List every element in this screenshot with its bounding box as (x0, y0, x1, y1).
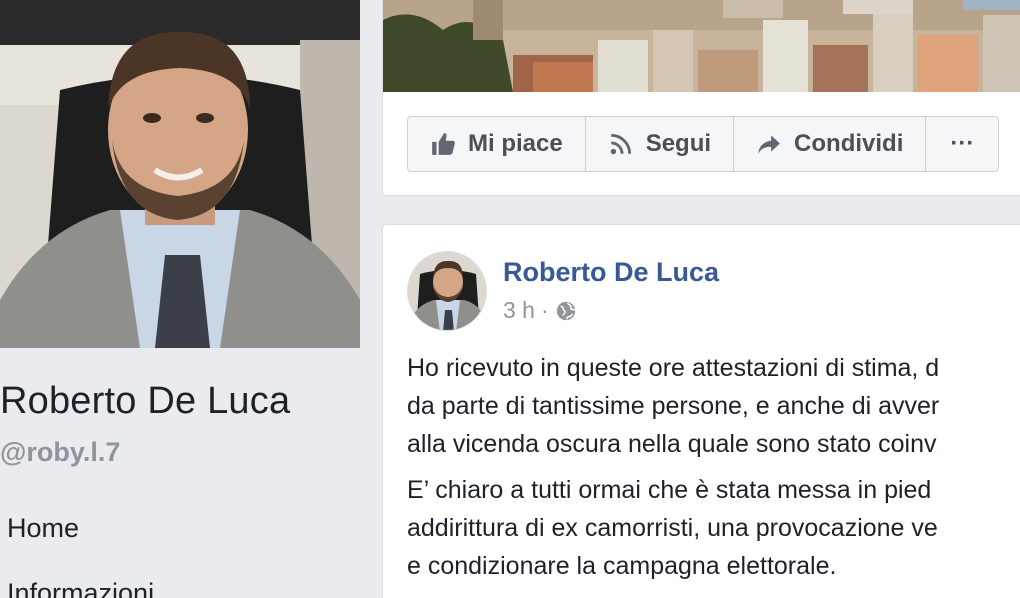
post-paragraph-2-line-3: e condizionare la campagna elettorale. (407, 552, 837, 580)
cover-photo[interactable] (383, 0, 1020, 92)
rss-icon (610, 133, 631, 155)
post-meta: 3 h · (503, 297, 577, 324)
page-action-bar: Mi piace Segui Condividi ··· (407, 116, 1000, 172)
post-paragraph-1-line-2: da parte di tantissime persone, e anche … (407, 392, 940, 420)
profile-photo[interactable] (0, 0, 360, 348)
follow-label: Segui (645, 130, 712, 157)
nav-item-informazioni[interactable]: Informazioni (7, 578, 154, 598)
post-card: Roberto De Luca 3 h · Ho ricevuto in que… (382, 224, 1020, 598)
more-options-icon: ··· (950, 130, 975, 157)
author-avatar-image (408, 252, 486, 330)
post-body: Ho ricevuto in queste ore attestazioni d… (407, 349, 1020, 585)
share-button[interactable]: Condividi (734, 117, 927, 171)
meta-separator: · (540, 297, 549, 323)
post-author-name[interactable]: Roberto De Luca (503, 257, 719, 288)
left-column: Roberto De Luca @roby.l.7 Home Informazi… (0, 0, 362, 598)
cover-photo-image (383, 0, 1020, 92)
post-paragraph-2-line-1: E’ chiaro a tutti ormai che è stata mess… (407, 476, 932, 504)
share-label: Condividi (794, 130, 904, 157)
nav-item-home[interactable]: Home (7, 513, 79, 544)
post-paragraph-1-line-3: alla vicenda oscura nella quale sono sta… (407, 430, 937, 458)
like-label: Mi piace (468, 130, 563, 157)
post-paragraph-2-line-2: addirittura di ex camorristi, una provoc… (407, 514, 938, 542)
thumbs-up-icon (432, 133, 455, 155)
cover-card: Mi piace Segui Condividi ··· (382, 0, 1020, 196)
profile-photo-image (0, 0, 360, 348)
profile-username[interactable]: @roby.l.7 (0, 437, 120, 468)
like-button[interactable]: Mi piace (408, 117, 586, 171)
post-timestamp[interactable]: 3 h (503, 297, 535, 324)
profile-name: Roberto De Luca (0, 380, 291, 422)
share-arrow-icon (758, 135, 780, 154)
globe-icon[interactable] (555, 300, 577, 322)
more-options-button[interactable]: ··· (926, 117, 998, 171)
follow-button[interactable]: Segui (586, 117, 735, 171)
post-paragraph-1-line-1: Ho ricevuto in queste ore attestazioni d… (407, 354, 940, 382)
author-avatar[interactable] (407, 251, 487, 331)
